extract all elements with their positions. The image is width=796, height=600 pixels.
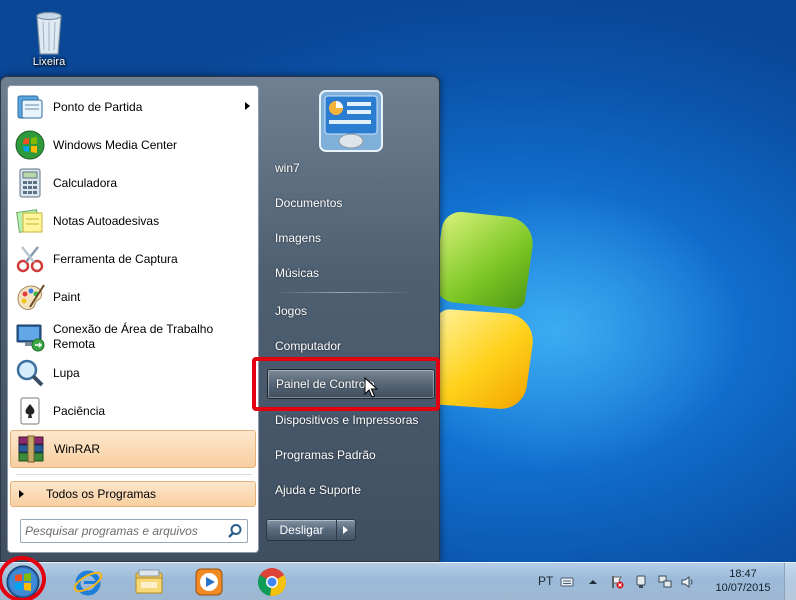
shutdown-button[interactable]: Desligar bbox=[266, 519, 356, 541]
sticky-notes-icon bbox=[16, 209, 43, 233]
desktop-icon-recycle-bin[interactable]: Lixeira bbox=[22, 6, 76, 68]
show-desktop-button[interactable] bbox=[784, 563, 796, 600]
program-remote-desktop[interactable]: Conexão de Área de Trabalho Remota bbox=[10, 316, 256, 358]
right-item-help-support[interactable]: Ajuda e Suporte bbox=[267, 475, 435, 505]
all-programs-label: Todos os Programas bbox=[46, 487, 157, 501]
clock-time: 18:47 bbox=[729, 568, 757, 580]
windows-logo-green-pane bbox=[431, 210, 537, 310]
right-item-label: Documentos bbox=[275, 196, 343, 210]
winrar-icon bbox=[18, 435, 44, 463]
right-item-games[interactable]: Jogos bbox=[267, 296, 435, 326]
action-center-flag-icon[interactable] bbox=[610, 575, 624, 589]
start-menu: Ponto de Partida Windows Media Center Ca… bbox=[0, 76, 440, 562]
show-hidden-icons-icon[interactable] bbox=[586, 575, 600, 589]
program-getting-started[interactable]: Ponto de Partida bbox=[10, 88, 256, 126]
program-label: Ferramenta de Captura bbox=[53, 251, 178, 266]
remote-desktop-icon bbox=[16, 324, 45, 352]
program-label: Calculadora bbox=[53, 175, 118, 190]
annotation-highlight-circle bbox=[0, 556, 46, 600]
right-item-documents[interactable]: Documentos bbox=[267, 188, 435, 218]
internet-explorer-icon[interactable] bbox=[72, 566, 104, 598]
right-item-user[interactable]: win7 bbox=[267, 153, 435, 183]
programs-separator bbox=[16, 474, 252, 475]
all-programs-button[interactable]: Todos os Programas bbox=[10, 481, 256, 507]
search-box[interactable] bbox=[20, 519, 248, 543]
right-item-label: Imagens bbox=[275, 231, 322, 245]
windows-logo-yellow-pane bbox=[423, 308, 537, 411]
right-item-label: Dispositivos e Impressoras bbox=[275, 413, 419, 427]
solitaire-icon bbox=[20, 397, 40, 425]
program-label: Conexão de Área de Trabalho Remota bbox=[53, 322, 214, 351]
programs-pane: Ponto de Partida Windows Media Center Ca… bbox=[7, 85, 259, 553]
clock[interactable]: 18:47 10/07/2015 bbox=[706, 567, 780, 595]
calculator-icon bbox=[19, 168, 41, 198]
clock-date: 10/07/2015 bbox=[715, 582, 771, 594]
shutdown-options-arrow-icon[interactable] bbox=[337, 520, 355, 540]
program-sticky-notes[interactable]: Notas Autoadesivas bbox=[10, 202, 256, 240]
network-icon[interactable] bbox=[658, 575, 672, 589]
media-player-icon[interactable] bbox=[193, 566, 225, 598]
shutdown-label: Desligar bbox=[267, 520, 337, 540]
recycle-bin-icon bbox=[36, 11, 62, 55]
program-label: Windows Media Center bbox=[53, 137, 178, 152]
right-item-pictures[interactable]: Imagens bbox=[267, 223, 435, 253]
submenu-arrow-icon bbox=[245, 102, 250, 110]
taskbar: PT 18:47 10/07/2015 bbox=[0, 562, 796, 600]
right-item-default-programs[interactable]: Programas Padrão bbox=[267, 440, 435, 470]
paint-icon bbox=[17, 284, 45, 310]
snipping-tool-icon bbox=[16, 246, 44, 273]
program-media-center[interactable]: Windows Media Center bbox=[10, 126, 256, 164]
program-label: Paciência bbox=[53, 403, 106, 418]
keyboard-icon[interactable] bbox=[560, 575, 574, 589]
search-icon[interactable] bbox=[227, 523, 243, 539]
getting-started-icon bbox=[17, 95, 43, 119]
expand-arrow-icon bbox=[19, 490, 24, 498]
right-item-label: Jogos bbox=[275, 304, 308, 318]
program-solitaire[interactable]: Paciência bbox=[10, 392, 256, 430]
program-winrar[interactable]: WinRAR bbox=[10, 430, 256, 468]
program-label: Lupa bbox=[53, 365, 80, 380]
right-separator bbox=[273, 292, 413, 293]
right-item-label: Programas Padrão bbox=[275, 448, 376, 462]
annotation-highlight-box bbox=[252, 357, 440, 411]
program-magnifier[interactable]: Lupa bbox=[10, 354, 256, 392]
mouse-cursor-icon bbox=[364, 377, 378, 398]
volume-icon[interactable] bbox=[681, 575, 695, 589]
right-item-label: Músicas bbox=[275, 266, 320, 280]
language-indicator[interactable]: PT bbox=[538, 574, 553, 588]
program-label: WinRAR bbox=[54, 441, 101, 456]
program-label: Paint bbox=[53, 289, 81, 304]
magnifier-icon bbox=[16, 359, 44, 387]
usb-device-icon[interactable] bbox=[634, 575, 648, 589]
desktop-icon-label: Lixeira bbox=[32, 56, 66, 68]
right-item-label: Ajuda e Suporte bbox=[275, 483, 362, 497]
windows-explorer-icon[interactable] bbox=[133, 566, 165, 598]
chrome-icon[interactable] bbox=[256, 566, 288, 598]
user-picture-icon[interactable] bbox=[319, 90, 383, 152]
program-label: Notas Autoadesivas bbox=[53, 213, 160, 228]
program-snipping-tool[interactable]: Ferramenta de Captura bbox=[10, 240, 256, 278]
right-item-music[interactable]: Músicas bbox=[267, 258, 435, 288]
media-center-icon bbox=[15, 130, 45, 160]
right-item-label: win7 bbox=[275, 161, 300, 175]
program-label: Ponto de Partida bbox=[53, 99, 143, 114]
search-input[interactable] bbox=[25, 523, 221, 539]
program-calculator[interactable]: Calculadora bbox=[10, 164, 256, 202]
program-paint[interactable]: Paint bbox=[10, 278, 256, 316]
right-item-label: Computador bbox=[275, 339, 342, 353]
